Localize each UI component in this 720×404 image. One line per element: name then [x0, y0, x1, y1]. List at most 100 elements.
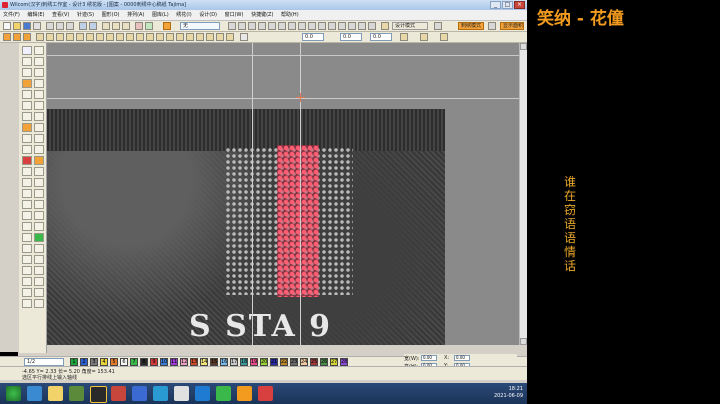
- guide-line[interactable]: [47, 98, 519, 99]
- options-icon[interactable]: [488, 22, 496, 30]
- fill-icon[interactable]: [228, 22, 236, 30]
- orange-tool-icon[interactable]: [34, 156, 44, 165]
- mirror-icon[interactable]: [66, 33, 74, 41]
- join-icon[interactable]: [34, 222, 44, 231]
- magic-wand-icon[interactable]: [34, 123, 44, 132]
- color-swatch[interactable]: 18: [240, 358, 248, 366]
- app-red-icon[interactable]: [111, 386, 126, 401]
- app-star-icon[interactable]: [195, 386, 210, 401]
- color-swatch[interactable]: 16: [220, 358, 228, 366]
- knife-icon[interactable]: [22, 189, 32, 198]
- pattern-icon[interactable]: [34, 277, 44, 286]
- color-swatch[interactable]: 15: [210, 358, 218, 366]
- hoop-icon[interactable]: [34, 299, 44, 308]
- qq-icon[interactable]: [90, 386, 107, 403]
- color-swatch[interactable]: 28: [340, 358, 348, 366]
- spacing-icon[interactable]: [216, 33, 224, 41]
- sequin-icon[interactable]: [22, 288, 32, 297]
- paste-icon[interactable]: [66, 22, 74, 30]
- color-swatch[interactable]: 6: [120, 358, 128, 366]
- menu-view[interactable]: 查看(V): [49, 10, 72, 21]
- new-file-icon[interactable]: [3, 22, 11, 30]
- design-mode-icon[interactable]: [381, 22, 389, 30]
- minimize-button[interactable]: _: [490, 1, 501, 9]
- triple-run-icon[interactable]: [278, 22, 286, 30]
- menu-embroider[interactable]: 绣花(I): [173, 10, 194, 21]
- pointer-tool-icon[interactable]: [34, 46, 44, 55]
- menu-edit[interactable]: 编辑(E): [24, 10, 47, 21]
- lock-ratio-icon[interactable]: [240, 33, 248, 41]
- start-button-icon[interactable]: [6, 386, 21, 401]
- red-tool-icon[interactable]: [22, 156, 32, 165]
- selected-stitch-column[interactable]: [277, 145, 319, 297]
- measure-icon[interactable]: [186, 33, 194, 41]
- color-swatch[interactable]: 11: [170, 358, 178, 366]
- size-icon[interactable]: [226, 33, 234, 41]
- lettering-b-icon[interactable]: [34, 167, 44, 176]
- stemstitch-icon[interactable]: [34, 112, 44, 121]
- select-tool-icon[interactable]: [22, 46, 32, 55]
- save-icon[interactable]: [23, 22, 31, 30]
- combine-icon[interactable]: [156, 33, 164, 41]
- design-canvas[interactable]: S STA 9: [47, 43, 519, 345]
- group-icon[interactable]: [76, 33, 84, 41]
- shape-tool-icon[interactable]: [34, 57, 44, 66]
- guide-line[interactable]: [300, 43, 301, 345]
- split-icon[interactable]: [34, 178, 44, 187]
- center-icon[interactable]: [196, 33, 204, 41]
- color-swatch[interactable]: 8: [140, 358, 148, 366]
- repeat-icon[interactable]: [22, 112, 32, 121]
- app-orange-icon[interactable]: [237, 386, 252, 401]
- color-swatch[interactable]: 19: [250, 358, 258, 366]
- palette-select[interactable]: 1/2: [24, 358, 64, 366]
- color-swatch[interactable]: 17: [230, 358, 238, 366]
- scroll-down-icon[interactable]: [520, 338, 527, 345]
- rotate-icon[interactable]: [46, 33, 54, 41]
- motif-icon[interactable]: [288, 22, 296, 30]
- unlock-icon[interactable]: [106, 33, 114, 41]
- color-swatch[interactable]: 23: [290, 358, 298, 366]
- menu-window[interactable]: 窗口(W): [222, 10, 247, 21]
- entry-exit-icon[interactable]: [34, 200, 44, 209]
- active-tool-icon[interactable]: [163, 22, 171, 30]
- hole-icon[interactable]: [34, 189, 44, 198]
- ie-browser-icon[interactable]: [27, 386, 42, 401]
- rect-tool-icon[interactable]: [34, 134, 44, 143]
- zoom-fit-icon[interactable]: [112, 22, 120, 30]
- branch-icon[interactable]: [126, 33, 134, 41]
- media-icon[interactable]: [69, 386, 84, 401]
- flip-icon[interactable]: [36, 33, 44, 41]
- offset-icon[interactable]: [166, 33, 174, 41]
- run-icon[interactable]: [22, 101, 32, 110]
- print-icon[interactable]: [33, 22, 41, 30]
- complex-fill-icon[interactable]: [34, 79, 44, 88]
- tie-icon[interactable]: [338, 22, 346, 30]
- cut-icon[interactable]: [46, 22, 54, 30]
- input-c-icon[interactable]: [22, 79, 32, 88]
- color-swatch[interactable]: 24: [300, 358, 308, 366]
- column-b-icon[interactable]: [34, 90, 44, 99]
- select-object-icon[interactable]: [3, 33, 11, 41]
- menu-shortcut[interactable]: 快捷键(Z): [248, 10, 276, 21]
- reshape-icon[interactable]: [13, 33, 21, 41]
- align-icon[interactable]: [23, 33, 31, 41]
- input-b-icon[interactable]: [34, 68, 44, 77]
- app-white-icon[interactable]: [174, 386, 189, 401]
- trace-icon[interactable]: [176, 33, 184, 41]
- flex-icon[interactable]: [22, 277, 32, 286]
- open-folder-icon[interactable]: [13, 22, 21, 30]
- color-swatch[interactable]: 26: [320, 358, 328, 366]
- connector-icon[interactable]: [22, 222, 32, 231]
- weld-icon[interactable]: [136, 33, 144, 41]
- color-swatch[interactable]: 9: [150, 358, 158, 366]
- file-explorer-icon[interactable]: [48, 386, 63, 401]
- redo-icon[interactable]: [89, 22, 97, 30]
- guide-line[interactable]: [252, 43, 253, 345]
- guide-line[interactable]: [47, 55, 519, 56]
- eyedropper-icon[interactable]: [34, 244, 44, 253]
- color-swatch[interactable]: 7: [130, 358, 138, 366]
- color-wheel-icon[interactable]: [22, 233, 32, 242]
- color-swatch[interactable]: 1: [70, 358, 78, 366]
- green-tool-icon[interactable]: [34, 233, 44, 242]
- embroidery-mode-button[interactable]: 刺绣模式: [458, 22, 484, 30]
